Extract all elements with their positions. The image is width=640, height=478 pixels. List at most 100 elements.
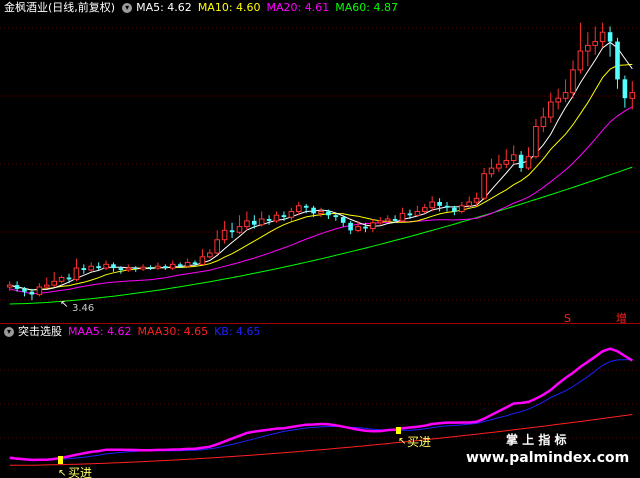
candle-body xyxy=(481,173,487,199)
candle-body xyxy=(96,266,101,269)
candle-body xyxy=(170,263,176,269)
candle-body xyxy=(407,213,413,216)
candle-body xyxy=(14,285,20,289)
candle xyxy=(273,211,280,223)
candle-body xyxy=(422,207,428,212)
candle-body xyxy=(518,154,524,168)
candle-body xyxy=(199,256,206,265)
ma10-value: MA10: 4.60 xyxy=(197,1,261,14)
candle-body xyxy=(585,44,591,52)
candle xyxy=(155,262,161,270)
candle xyxy=(414,205,421,218)
candle-body xyxy=(66,277,72,280)
candle-body xyxy=(444,205,450,208)
candle xyxy=(184,258,191,269)
buy-signal-box xyxy=(58,456,63,464)
candle xyxy=(170,260,176,270)
candle-body xyxy=(466,201,472,207)
candle-body xyxy=(81,268,87,270)
candle xyxy=(570,60,576,99)
candle xyxy=(466,196,472,208)
candle-body xyxy=(288,211,295,218)
candle-body xyxy=(570,69,576,94)
candle xyxy=(133,266,138,272)
candle-body xyxy=(258,218,265,226)
maa5-value: MAA5: 4.62 xyxy=(68,325,132,338)
candle-body xyxy=(615,41,620,80)
ma5-path xyxy=(9,41,633,291)
candle-body xyxy=(192,262,198,265)
candle-body xyxy=(525,156,532,169)
buy-arrow-icon: ↖ xyxy=(58,468,66,478)
candle xyxy=(525,147,532,170)
candle xyxy=(199,249,206,265)
candle xyxy=(111,262,116,272)
candle xyxy=(148,265,153,270)
candle xyxy=(444,202,450,212)
candle-body xyxy=(592,41,599,46)
candle-body xyxy=(6,284,13,288)
candle-body xyxy=(555,97,562,103)
ma10-line xyxy=(9,63,633,291)
candle xyxy=(496,154,502,172)
svg-text:↖: ↖ xyxy=(60,299,68,310)
candle xyxy=(318,207,324,218)
candle-body xyxy=(318,211,324,214)
candle-body xyxy=(326,211,331,216)
stock-title: 金枫酒业(日线,前复权) xyxy=(4,1,116,14)
candle xyxy=(207,249,213,259)
signal-increase-label: 增 xyxy=(616,311,627,325)
ma10-path xyxy=(9,63,633,291)
candle xyxy=(577,22,584,74)
candle xyxy=(518,151,524,172)
candle-body xyxy=(148,267,153,269)
candle-body xyxy=(548,101,554,118)
candle xyxy=(163,264,168,270)
candle xyxy=(377,217,384,225)
ma20-value: MA20: 4.61 xyxy=(266,1,330,14)
candle-body xyxy=(155,265,161,269)
candle xyxy=(88,262,95,272)
candle xyxy=(422,203,428,214)
candle-body xyxy=(252,220,257,225)
buy-label-2: 买进 xyxy=(407,435,431,449)
candle xyxy=(533,118,539,159)
candle-body xyxy=(36,286,43,296)
watermark-url: www.palmindex.com xyxy=(466,450,629,466)
settings-dropdown-icon[interactable]: ▾ xyxy=(122,3,133,13)
candle xyxy=(258,211,265,227)
candle-body xyxy=(22,288,27,292)
candle-body xyxy=(244,220,250,228)
candle-body xyxy=(44,284,50,288)
candle-body xyxy=(540,116,547,127)
candle-body xyxy=(452,207,457,212)
sub-indicator-lines xyxy=(9,347,633,466)
candle xyxy=(221,220,228,244)
buy-arrow-icon: ↖ xyxy=(398,436,406,447)
candle-body xyxy=(340,217,346,223)
candle-body xyxy=(399,212,406,222)
ma5-line xyxy=(9,41,633,291)
watermark: 掌 上 指 标 www.palmindex.com xyxy=(466,432,629,466)
ma20-line xyxy=(9,106,633,295)
candle-body xyxy=(51,280,58,286)
candle-body xyxy=(303,205,309,208)
grid-lines xyxy=(0,27,640,439)
candle xyxy=(333,213,339,221)
candle xyxy=(488,158,495,178)
candle-body xyxy=(370,222,376,230)
candle-body xyxy=(163,266,168,269)
candle-body xyxy=(437,202,442,206)
candle-body xyxy=(577,50,584,71)
buy-label-1: 买进 xyxy=(68,466,92,478)
candle-body xyxy=(392,219,398,221)
candle xyxy=(58,275,65,284)
candle-body xyxy=(88,265,95,271)
stock-chart[interactable]: ↖ 3.46 S 增 ↖ 买进 ↖ 买进 掌 上 指 标 www.palmind… xyxy=(0,0,640,478)
kb-value: KB: 4.65 xyxy=(214,325,261,338)
candle xyxy=(244,211,250,231)
settings-dropdown-icon[interactable]: ▾ xyxy=(4,327,14,337)
buy-signal-box xyxy=(396,427,401,434)
candle xyxy=(103,260,109,270)
candle xyxy=(622,75,628,108)
